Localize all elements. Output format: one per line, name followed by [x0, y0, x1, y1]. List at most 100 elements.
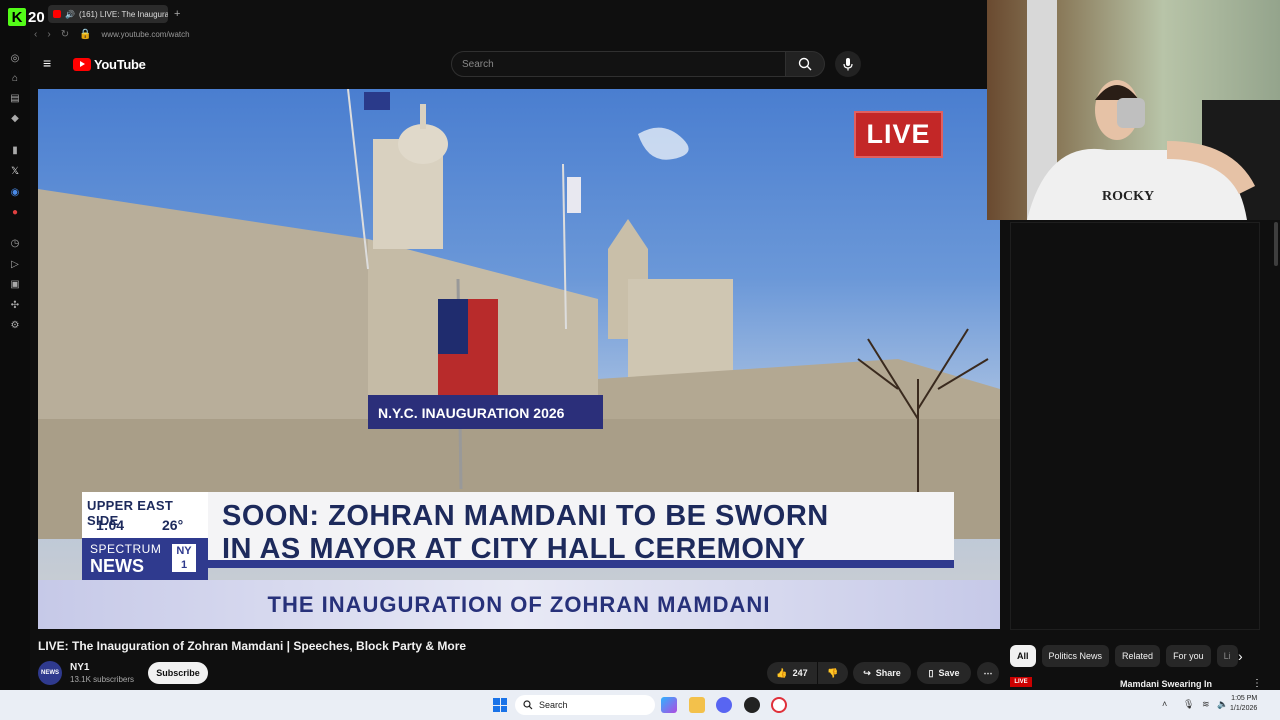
telegram-icon[interactable]: ◉ [9, 186, 21, 198]
recommendation-chips: All Politics News Related For you Li [1010, 645, 1238, 667]
wallet-icon[interactable]: ▣ [9, 278, 21, 290]
lock-icon: 🔒 [79, 28, 92, 40]
thumbs-down-icon: 👎 [827, 667, 839, 678]
brand-top-text: SPECTRUM [90, 542, 162, 556]
search-button[interactable] [786, 51, 825, 77]
clock-icon[interactable]: ◷ [9, 237, 21, 249]
kick-icon: K [8, 8, 26, 26]
menu-icon[interactable]: ≡ [43, 56, 57, 70]
inauguration-sign-text: N.Y.C. INAUGURATION 2026 [378, 405, 565, 421]
reload-icon[interactable]: ↻ [61, 29, 69, 40]
twitch-icon[interactable]: ▮ [9, 144, 21, 156]
tab-title: (161) LIVE: The Inaugura [78, 9, 168, 19]
tray-chevron-icon[interactable]: ˄ [1162, 699, 1167, 709]
opera-icon[interactable] [771, 697, 787, 713]
forward-icon[interactable]: › [47, 29, 50, 40]
news-lower-third: UPPER EAST SIDE 1:04 26° SPECTRUM NEWS N… [82, 492, 954, 580]
screen: K 20 ◎ ⌂ ▤ ◆ ▮ 𝕏 ◉ ● ◷ ▷ ▣ ✣ ⚙ 🔊 (161) L… [0, 0, 1280, 720]
inauguration-banner: THE INAUGURATION OF ZOHRAN MAMDANI [38, 580, 1000, 629]
bookmark-save-icon: ▯ [928, 667, 934, 678]
recommended-video[interactable]: LIVE [1010, 677, 1032, 687]
chevron-right-icon[interactable]: › [1238, 648, 1243, 664]
back-icon[interactable]: ‹ [34, 29, 37, 40]
shirt-text: ROCKY [1102, 189, 1154, 204]
obs-icon[interactable] [744, 697, 760, 713]
clock-date: 1/1/2026 [1230, 705, 1258, 712]
shield-icon[interactable]: ◆ [9, 112, 21, 124]
spectrum-news-logo: SPECTRUM NEWS NY 1 [82, 538, 208, 580]
taskbar-search-icon [523, 700, 533, 710]
url-text[interactable]: www.youtube.com/watch [102, 30, 190, 39]
chip-politics-news[interactable]: Politics News [1041, 645, 1110, 667]
play-icon[interactable]: ▷ [9, 258, 21, 270]
windows-start-icon[interactable] [493, 698, 507, 712]
video-title: LIVE: The Inauguration of Zohran Mamdani… [38, 639, 467, 653]
messages-icon[interactable]: ▤ [9, 92, 21, 104]
mic-tray-icon[interactable]: 🎙 [1183, 699, 1194, 710]
video-player[interactable]: N.Y.C. INAUGURATION 2026 LIVE UPPER EAST… [38, 89, 1000, 629]
youtube-logo-text: YouTube [94, 57, 146, 72]
scrollbar[interactable] [1274, 222, 1278, 266]
wifi-icon[interactable]: ≋ [1202, 699, 1210, 710]
copilot-icon[interactable] [661, 697, 677, 713]
share-label: Share [875, 668, 901, 678]
youtube-favicon-icon [53, 10, 61, 18]
save-button[interactable]: ▯ Save [917, 662, 971, 684]
volume-icon[interactable]: 🔈 [1217, 699, 1228, 710]
search-box [451, 51, 825, 77]
chip-related[interactable]: Related [1115, 645, 1161, 667]
search-input[interactable] [451, 51, 786, 77]
headline: SOON: ZOHRAN MAMDANI TO BE SWORN IN AS M… [208, 492, 954, 568]
live-badge: LIVE [854, 111, 943, 158]
file-explorer-icon[interactable] [689, 697, 705, 713]
subscribe-button[interactable]: Subscribe [148, 662, 208, 684]
like-button[interactable]: 👍 247 [767, 662, 817, 684]
discord-icon[interactable] [716, 697, 732, 713]
whatsapp-icon[interactable]: ◎ [9, 52, 21, 64]
taskbar-search[interactable]: Search [515, 695, 655, 715]
brand-bottom-text: NEWS [90, 556, 144, 576]
chip-for-you[interactable]: For you [1166, 645, 1211, 667]
thumbs-up-icon: 👍 [776, 667, 788, 678]
taskbar-clock[interactable]: 1:05 PM 1/1/2026 [1230, 694, 1257, 714]
browser-sidebar: K 20 ◎ ⌂ ▤ ◆ ▮ 𝕏 ◉ ● ◷ ▷ ▣ ✣ ⚙ [0, 0, 45, 690]
dislike-button[interactable]: 👎 [818, 662, 848, 684]
new-tab-button[interactable]: + [174, 8, 180, 20]
channel-name[interactable]: NY1 [70, 662, 89, 673]
streamer-figure: ROCKY [1027, 0, 1280, 220]
kebab-menu-icon[interactable]: ⋮ [1252, 678, 1262, 689]
save-label: Save [938, 668, 960, 678]
puzzle-icon[interactable]: ✣ [9, 299, 21, 311]
like-count: 247 [792, 668, 808, 678]
kick-logo[interactable]: K 20 [8, 8, 45, 26]
voice-search-button[interactable] [835, 51, 861, 77]
recommended-video-title[interactable]: Mamdani Swearing In [1120, 679, 1212, 689]
chat-panel [1010, 222, 1260, 630]
bookmark-icon[interactable]: ⌂ [9, 72, 21, 84]
webcam-overlay: ROCKY [987, 0, 1280, 220]
channel-avatar[interactable]: NEWS [38, 661, 62, 685]
kick-count: 20 [28, 8, 45, 26]
clock-text: 1:04 [96, 517, 125, 533]
youtube-logo[interactable]: YouTube [73, 57, 146, 72]
settings-icon[interactable]: ⚙ [9, 319, 21, 331]
clock-time: 1:05 PM [1231, 695, 1258, 702]
search-icon [798, 57, 812, 71]
taskbar-search-label: Search [539, 700, 568, 710]
address-bar: ‹ › ↻ 🔒 www.youtube.com/watch [34, 27, 190, 41]
x-icon[interactable]: 𝕏 [9, 165, 21, 177]
chip-all[interactable]: All [1010, 645, 1036, 667]
youtube-play-icon [73, 58, 91, 71]
share-icon: ↪ [863, 667, 871, 678]
tab-youtube[interactable]: 🔊 (161) LIVE: The Inaugura [48, 5, 168, 23]
rec-live-badge: LIVE [1010, 677, 1032, 687]
weather-box: UPPER EAST SIDE 1:04 26° SPECTRUM NEWS N… [82, 492, 208, 580]
tab-strip: 🔊 (161) LIVE: The Inaugura + [48, 5, 180, 23]
more-actions-button[interactable]: ⋯ [977, 662, 999, 684]
headline-line-1: SOON: ZOHRAN MAMDANI TO BE SWORN [222, 500, 829, 532]
chip-live[interactable]: Li [1216, 645, 1238, 667]
share-button[interactable]: ↪ Share [853, 662, 911, 684]
headline-line-2: IN AS MAYOR AT CITY HALL CEREMONY [222, 533, 806, 565]
ny1-logo: NY 1 [172, 544, 196, 572]
youtube-icon[interactable]: ● [9, 206, 21, 218]
